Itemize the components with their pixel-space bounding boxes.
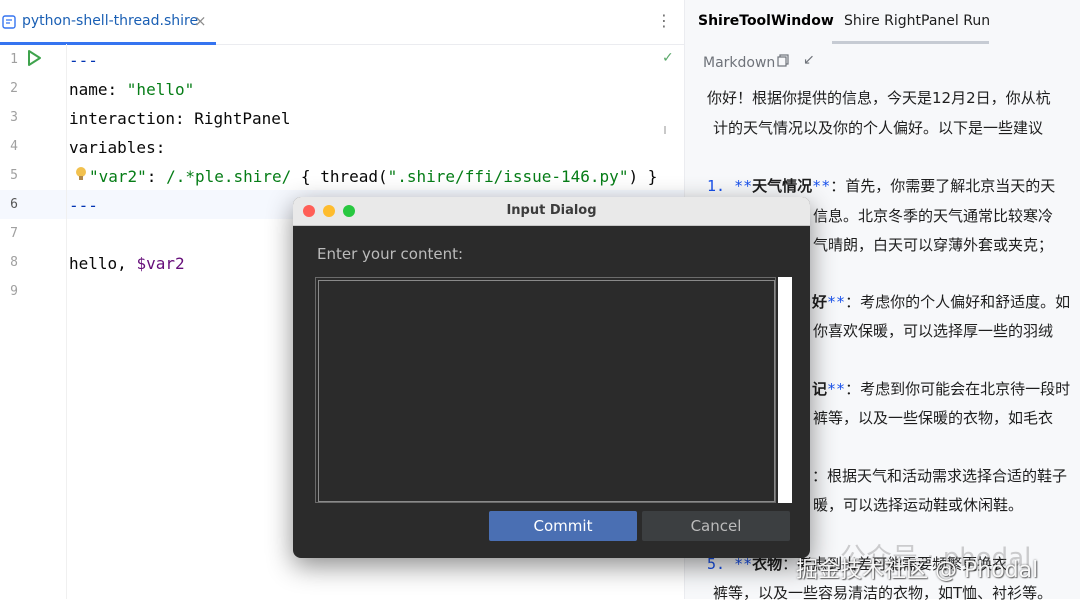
content-input[interactable] [318,280,775,502]
colon: : [146,167,167,186]
response-text-line: 信息。北京冬季的天气通常比较寒冷 [813,207,1054,225]
markdown-toolbar: Markdown ↙ [703,52,815,72]
thread-call-open: { thread( [291,167,388,186]
variable-name: "var2" [89,167,147,186]
dialog-prompt-label: Enter your content: [317,245,464,263]
scrollbar-marker [664,126,666,134]
code-line-2: name: "hello" [69,80,194,99]
item-text: ：考虑到你可能会在北京待一段时 [845,380,1071,398]
code-line-1: --- [69,51,98,70]
line-number: 5 [10,168,18,183]
check-icon: ✓ [662,50,674,66]
thread-arg: ".shire/ffi/issue-146.py" [387,167,629,186]
bulb-icon[interactable] [75,166,87,182]
code-line-6: --- [69,196,98,215]
list-number: 1. [707,177,735,195]
tab-close-icon[interactable]: × [194,12,207,30]
line-number: 4 [10,139,18,154]
content-input-frame [315,277,776,503]
tool-window-tabs: ShireToolWindow Shire RightPanel Run [685,0,1080,44]
item-title: 好 [812,293,828,311]
list-item-1: 1. **天气情况**：首先，你需要了解北京当天的天 [707,175,1055,196]
commit-button[interactable]: Commit [489,511,637,541]
insert-arrow-icon[interactable]: ↙ [803,52,815,68]
bold-marker: ** [734,177,753,195]
yaml-key: name: [69,80,127,99]
response-text-line: 气晴朗，白天可以穿薄外套或夹克； [813,236,1054,254]
line-number: 3 [10,110,18,125]
response-text-line: 裤等，以及一些容易清洁的衣物，如T恤、衬衫等。 [713,584,1053,602]
code-line-5: "var2": /.*ple.shire/ { thread(".shire/f… [69,167,657,186]
editor-tab-python-shell-thread[interactable]: python-shell-thread.shire × [0,0,216,45]
dialog-title-bar[interactable]: Input Dialog [293,197,810,226]
tab-shire-rightpanel-run[interactable]: Shire RightPanel Run [844,13,990,29]
response-text-line: 你喜欢保暖，可以选择厚一些的羽绒 [813,322,1054,340]
thread-call-close: ) } [628,167,658,186]
dialog-title: Input Dialog [506,203,597,218]
bold-marker: ** [812,177,831,195]
list-item-2: 好**：考虑你的个人偏好和舒适度。如 [812,291,1070,312]
code-line-4: variables: [69,138,166,157]
bold-marker: ** [827,293,846,311]
cancel-button[interactable]: Cancel [642,511,790,541]
item-text: ：首先，你需要了解北京当天的天 [830,177,1056,195]
response-text-line: 暖，可以选择运动鞋或休闲鞋。 [813,496,1024,514]
string-value: "hello" [126,80,195,99]
shire-file-icon [2,15,16,29]
tab-shire-tool-window[interactable]: ShireToolWindow [698,13,834,29]
line-number: 8 [10,255,18,270]
line-number: 1 [10,52,18,67]
line-number: 2 [10,81,18,96]
input-dialog: Input Dialog Enter your content: Commit … [293,197,810,558]
line-number: 9 [10,284,18,299]
more-options-icon[interactable]: ⋮ [656,11,672,30]
code-line-3: interaction: RightPanel [69,109,291,128]
editor-tab-title: python-shell-thread.shire [22,13,199,29]
item-title: 天气情况 [752,177,813,195]
response-text-line: 你好！根据你提供的信息，今天是12月2日，你从杭 [707,89,1051,107]
editor-tab-bar: python-shell-thread.shire × ⋮ [0,0,684,45]
list-item-3: 记**：考虑到你可能会在北京待一段时 [812,378,1070,399]
markdown-label: Markdown [703,55,776,71]
watermark: 掘金技术社区 @ Phodal [796,558,1039,583]
item-text: ：考虑你的个人偏好和舒适度。如 [845,293,1071,311]
input-scrollbar[interactable] [778,277,792,503]
tab-underline [832,41,989,44]
response-text-line: 裤等，以及一些保暖的衣物，如毛衣 [813,409,1054,427]
item-title: 记 [812,380,828,398]
pattern-regex: /.*ple.shire/ [166,167,292,186]
copy-icon[interactable] [777,54,789,67]
code-line-8: hello, $var2 [69,254,185,273]
line-number: 6 [10,197,18,212]
line-number-gutter: 1 2 3 4 5 6 7 8 9 [0,44,67,599]
response-text-line: 计的天气情况以及你的个人偏好。以下是一些建议 [713,119,1044,137]
bold-marker: ** [827,380,846,398]
run-icon[interactable] [25,49,43,67]
list-item-4: ：根据天气和活动需求选择合适的鞋子 [812,467,1068,485]
plain-text: hello, [69,254,137,273]
variable-reference: $var2 [136,254,185,273]
line-number: 7 [10,226,18,241]
